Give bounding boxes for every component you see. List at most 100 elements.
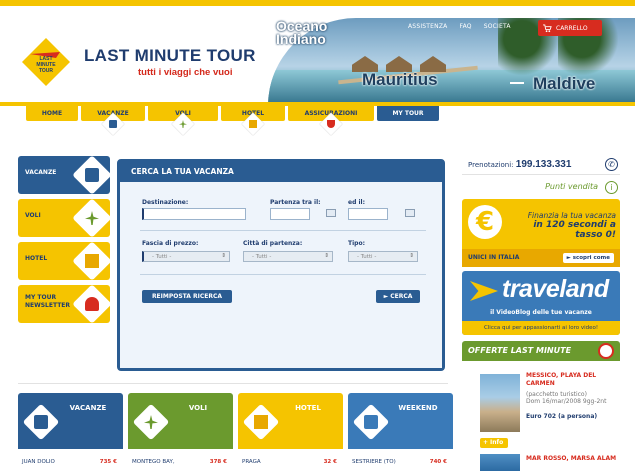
sidebar-item-voli[interactable]: VOLI xyxy=(18,198,112,238)
cart-icon xyxy=(543,23,552,32)
card-header: VACANZE xyxy=(18,393,123,449)
form-divider xyxy=(140,230,426,231)
category-cards: VACANZE JUAN DOLIO 735 € VOLI MONTEGO BAY… xyxy=(18,393,458,471)
banner-title: Oceano Indiano xyxy=(276,18,328,47)
ed-il-date-input[interactable] xyxy=(348,208,388,220)
luggage-icon xyxy=(352,403,390,441)
newsletter-user-icon xyxy=(72,284,112,324)
sidebar-item-hotel[interactable]: HOTEL xyxy=(18,241,112,281)
select-arrow-icon: ⇕ xyxy=(324,253,329,259)
citta-select[interactable]: - Tutti - ⇕ xyxy=(243,251,333,262)
finanzia-banner[interactable]: € Finanzia la tua vacanza in 120 secondi … xyxy=(462,199,620,267)
finanzia-text: Finanzia la tua vacanza in 120 secondi a … xyxy=(527,211,616,240)
tipo-label: Tipo: xyxy=(348,240,365,247)
tipo-value: - Tutti - xyxy=(357,254,377,260)
prezzo-value: - Tutti - xyxy=(152,254,172,260)
clock-icon xyxy=(598,343,614,359)
offer-image[interactable] xyxy=(480,374,520,432)
card-header: HOTEL xyxy=(238,393,343,449)
prenotazioni[interactable]: Prenotazioni: 199.133.331 ✆ xyxy=(462,155,620,175)
destinazione-input[interactable] xyxy=(142,208,246,220)
card-row-price: 735 € xyxy=(99,459,117,465)
prezzo-select[interactable]: - Tutti - ⇕ xyxy=(142,251,230,262)
plane-icon xyxy=(132,403,170,441)
sidebar-item-newsletter[interactable]: MY TOUR NEWSLETTER xyxy=(18,284,112,324)
card-title: HOTEL xyxy=(295,404,321,412)
form-divider xyxy=(140,274,426,275)
card-row-label: JUAN DOLIO xyxy=(22,459,55,465)
card-row-label: PRAGA xyxy=(242,459,261,465)
cerca-button[interactable]: ► CERCA xyxy=(376,290,420,303)
card-title: WEEKEND xyxy=(398,404,438,412)
calendar-icon[interactable] xyxy=(326,209,336,217)
reimposta-button[interactable]: REIMPOSTA RICERCA xyxy=(142,290,232,303)
traveland-subtitle: il VideoBlog delle tue vacanze xyxy=(490,309,592,316)
section-divider xyxy=(18,383,448,384)
offerte-title-label: OFFERTE LAST MINUTE xyxy=(468,346,572,355)
prenotazioni-number: 199.133.331 xyxy=(515,159,572,170)
card-row[interactable]: SESTRIERE (TO) 740 € xyxy=(348,459,453,471)
nav-tab-vacanze[interactable]: VACANZE xyxy=(81,106,145,136)
punti-vendita-label: Punti vendita xyxy=(545,182,598,191)
nav-tab-voli[interactable]: VOLI xyxy=(148,106,218,136)
traveland-cta: Clicca qui per appassionarti ai loro vid… xyxy=(462,321,620,335)
tipo-select[interactable]: - Tutti - ⇕ xyxy=(348,251,418,262)
card-row[interactable]: MONTEGO BAY, 378 € xyxy=(128,459,233,471)
sidebar-item-vacanze[interactable]: VACANZE xyxy=(18,155,112,195)
card-vacanze[interactable]: VACANZE JUAN DOLIO 735 € xyxy=(18,393,123,471)
card-row[interactable]: JUAN DOLIO 735 € xyxy=(18,459,123,471)
citta-value: - Tutti - xyxy=(252,254,272,260)
nav-tab-label: HOME xyxy=(41,110,63,117)
prenotazioni-label: Prenotazioni: xyxy=(468,161,514,169)
offer-title[interactable]: MESSICO, PLAYA DEL CARMEN xyxy=(526,372,616,387)
hotel-icon xyxy=(72,241,112,281)
card-voli[interactable]: VOLI MONTEGO BAY, 378 € xyxy=(128,393,233,471)
sidebar: VACANZE VOLI HOTEL MY TOUR NEWSLETTER xyxy=(18,155,112,328)
sidebar-item-label: VOLI xyxy=(25,212,41,219)
logo-badge-icon: LAST MINUTE TOUR xyxy=(22,38,70,86)
top-links: ASSISTENZA FAQ SOCIETA xyxy=(408,23,511,30)
offer-title[interactable]: MAR ROSSO, MARSA ALAM xyxy=(526,455,618,463)
header: LAST MINUTE TOUR LAST MINUTE TOUR tutti … xyxy=(0,6,635,106)
finanzia-bottom: UNICI IN ITALIA ► scopri come xyxy=(462,249,620,267)
card-row-price: 378 € xyxy=(209,459,227,465)
offer-image[interactable] xyxy=(480,454,520,471)
nav-tab-home[interactable]: HOME xyxy=(26,106,78,121)
main-nav: HOME VACANZE VOLI HOTEL ASSICURAZIONI MY… xyxy=(26,106,439,136)
phone-icon: ✆ xyxy=(605,158,618,171)
banner-destination-maldive[interactable]: Maldive xyxy=(533,74,595,94)
offerte-title: OFFERTE LAST MINUTE xyxy=(462,341,620,361)
sidebar-item-label: VACANZE xyxy=(25,169,57,176)
euro-icon: € xyxy=(468,205,502,239)
logo[interactable]: LAST MINUTE TOUR LAST MINUTE TOUR tutti … xyxy=(20,36,270,88)
search-panel: CERCA LA TUA VACANZA Destinazione: Parte… xyxy=(117,159,445,371)
offer-info-button[interactable]: Info xyxy=(480,438,508,448)
traveland-title: traveland xyxy=(502,275,609,303)
partenza-date-input[interactable] xyxy=(270,208,310,220)
select-arrow-icon: ⇕ xyxy=(409,253,414,259)
destinazione-label: Destinazione: xyxy=(142,199,189,206)
nav-tab-assicurazioni[interactable]: ASSICURAZIONI xyxy=(288,106,374,136)
cart-label: CARRELLO xyxy=(556,24,588,32)
card-hotel[interactable]: HOTEL PRAGA 32 € xyxy=(238,393,343,471)
prezzo-label: Fascia di prezzo: xyxy=(142,240,199,247)
banner-destination-mauritius[interactable]: Mauritius xyxy=(362,70,438,90)
hotel-icon xyxy=(242,403,280,441)
calendar-icon[interactable] xyxy=(405,209,415,217)
svg-text:TOUR: TOUR xyxy=(39,68,53,74)
nav-tab-mytour[interactable]: MY TOUR xyxy=(377,106,439,121)
select-arrow-icon: ⇕ xyxy=(221,253,226,259)
scopri-button[interactable]: ► scopri come xyxy=(562,253,614,263)
link-faq[interactable]: FAQ xyxy=(459,23,471,30)
traveland-banner[interactable]: traveland il VideoBlog delle tue vacanze… xyxy=(462,271,620,335)
card-row-label: MONTEGO BAY, xyxy=(132,459,175,465)
link-societa[interactable]: SOCIETA xyxy=(484,23,511,30)
suitcase-icon xyxy=(72,155,112,195)
link-assistenza[interactable]: ASSISTENZA xyxy=(408,23,447,30)
cart-button[interactable]: CARRELLO xyxy=(538,20,602,36)
card-row[interactable]: PRAGA 32 € xyxy=(238,459,343,471)
nav-tab-hotel[interactable]: HOTEL xyxy=(221,106,285,136)
card-weekend[interactable]: WEEKEND SESTRIERE (TO) 740 € xyxy=(348,393,453,471)
punti-vendita-link[interactable]: Punti vendita i xyxy=(462,179,620,196)
banner-separator xyxy=(510,82,524,84)
